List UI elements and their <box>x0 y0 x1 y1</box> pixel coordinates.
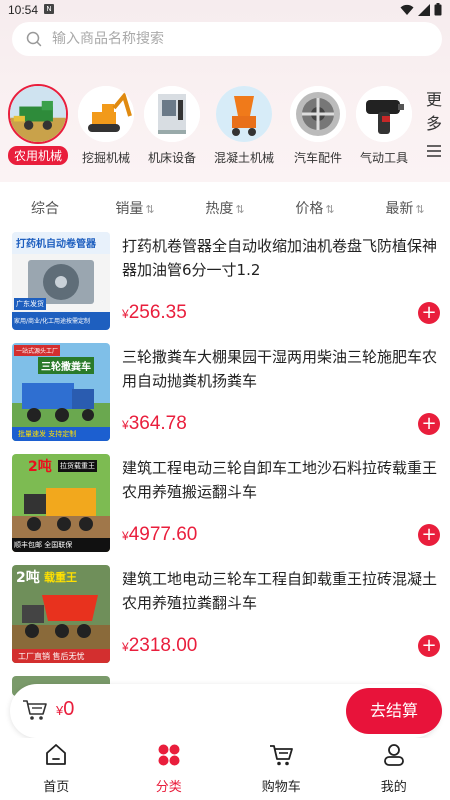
checkout-button[interactable]: 去结算 <box>346 688 442 734</box>
thumb-caption: 家用/商业/化工用途按需定制 <box>14 318 91 325</box>
home-icon <box>46 744 67 765</box>
status-time: 10:54 <box>8 3 39 17</box>
thumb-caption: 顺丰包邮 全国联保 <box>14 541 73 549</box>
sort-arrows-icon: ⇅ <box>235 203 245 216</box>
product-title[interactable]: 建筑工程电动三轮自卸车工地沙石料拉砖载重王农用养殖搬运翻斗车 <box>122 456 440 504</box>
more-label: 更多 <box>426 90 443 133</box>
thumb-brand: 一站式源头工厂 <box>14 345 61 356</box>
product-image: 一站式源头工厂 三轮撒粪车 批量速发 支持定制 <box>12 343 110 441</box>
sort-label: 价格 <box>295 201 324 217</box>
menu-icon <box>427 145 441 157</box>
search-icon <box>26 31 42 47</box>
thumb-headline: 打药机自动卷管器 <box>16 239 96 250</box>
product-item[interactable]: 一站式源头工厂 三轮撒粪车 批量速发 支持定制 三轮撒粪车大棚果园干湿两用柴油三… <box>0 343 450 454</box>
product-title[interactable]: 三轮撒粪车大棚果园干湿两用柴油三轮施肥车农用自动抛粪机扬粪车 <box>122 345 440 393</box>
category-excavators[interactable]: 挖掘机械 <box>70 86 142 167</box>
sort-arrows-icon: ⇅ <box>415 203 425 216</box>
product-item[interactable]: 2吨 拉货载重王 顺丰包邮 全国联保 建筑工程电动三轮自卸车工地沙石料拉砖载重王… <box>0 454 450 565</box>
category-auto-parts[interactable]: 汽车配件 <box>282 86 354 167</box>
thumb-headline: 三轮撒粪车 <box>38 357 94 374</box>
category-pneumatic-tools[interactable]: 气动工具 <box>348 86 420 167</box>
category-image <box>290 86 346 142</box>
thumb-caption: 工厂直销 售后无忧 <box>18 652 85 661</box>
thumb-caption: 批量速发 支持定制 <box>18 430 77 438</box>
add-to-cart-button[interactable]: + <box>418 635 440 657</box>
cart-icon <box>270 745 294 766</box>
category-machine-tools[interactable]: 机床设备 <box>136 86 208 167</box>
sort-arrows-icon: ⇅ <box>325 203 335 216</box>
add-to-cart-button[interactable]: + <box>418 302 440 324</box>
search-input[interactable] <box>52 31 412 47</box>
product-image: 2吨 载重王 工厂直销 售后无忧 <box>12 565 110 663</box>
cart-total: ¥0 <box>56 698 75 720</box>
signal-icon <box>418 3 430 16</box>
sort-newest[interactable]: 最新 ⇅ <box>360 190 450 228</box>
product-title[interactable]: 建筑工地电动三轮车工程自卸载重王拉砖混凝土农用养殖拉粪翻斗车 <box>122 567 440 615</box>
category-concrete-machinery[interactable]: 混凝土机械 <box>208 86 280 167</box>
category-row: 农用机械 挖掘机械 机床设备 混凝土机械 汽车配件 气动工具 <box>0 84 450 170</box>
product-list: 打药机自动卷管器 广东发货 家用/商业/化工用途按需定制 打药机卷管器全自动收缩… <box>0 232 450 696</box>
cart-icon[interactable] <box>22 698 48 722</box>
add-to-cart-button[interactable]: + <box>418 413 440 435</box>
sort-bar: 综合 销量 ⇅ 热度 ⇅ 价格 ⇅ 最新 ⇅ <box>0 190 450 228</box>
bottom-tab-bar: 首页 分类 购物车 我的 <box>0 738 450 800</box>
more-categories-button[interactable]: 更多 <box>422 88 446 165</box>
search-bar[interactable] <box>12 22 442 56</box>
product-item[interactable]: 打药机自动卷管器 广东发货 家用/商业/化工用途按需定制 打药机卷管器全自动收缩… <box>0 232 450 343</box>
category-label: 气动工具 <box>359 151 408 165</box>
sort-arrows-icon: ⇅ <box>145 203 155 216</box>
sort-label: 综合 <box>31 201 59 217</box>
category-farm-machinery[interactable]: 农用机械 <box>2 84 74 165</box>
status-icons <box>400 3 442 16</box>
thumb-badge: 拉货载重王 <box>58 460 97 472</box>
tab-label: 分类 <box>155 780 182 795</box>
product-price: ¥4977.60 <box>122 524 198 545</box>
category-image <box>78 86 134 142</box>
sort-label: 销量 <box>115 201 144 217</box>
sort-label: 热度 <box>205 201 234 217</box>
category-image <box>216 86 272 142</box>
category-label: 机床设备 <box>147 151 196 165</box>
product-item[interactable]: 2吨 载重王 工厂直销 售后无忧 建筑工地电动三轮车工程自卸载重王拉砖混凝土农用… <box>0 565 450 676</box>
tab-profile[interactable]: 我的 <box>338 738 450 800</box>
sort-sales[interactable]: 销量 ⇅ <box>90 190 180 228</box>
thumb-badge: 载重王 <box>44 571 77 584</box>
tab-category[interactable]: 分类 <box>113 738 226 800</box>
product-title[interactable]: 打药机卷管器全自动收缩加油机卷盘飞防植保神器加油管6分一寸1.2 <box>122 234 440 282</box>
product-image: 打药机自动卷管器 广东发货 家用/商业/化工用途按需定制 <box>12 232 110 330</box>
profile-icon <box>383 744 404 766</box>
category-image <box>8 84 68 144</box>
sort-comprehensive[interactable]: 综合 <box>0 190 90 228</box>
tab-label: 购物车 <box>261 780 301 795</box>
product-price: ¥2318.00 <box>122 635 198 656</box>
sort-popularity[interactable]: 热度 ⇅ <box>180 190 270 228</box>
thumb-badge: 广东发货 <box>14 298 46 310</box>
thumb-headline: 2吨 <box>28 459 52 475</box>
sort-price[interactable]: 价格 ⇅ <box>270 190 360 228</box>
product-image: 2吨 拉货载重王 顺丰包邮 全国联保 <box>12 454 110 552</box>
tab-label: 首页 <box>43 780 70 795</box>
product-price: ¥256.35 <box>122 302 187 323</box>
status-bar: 10:54 N <box>0 0 450 20</box>
wifi-icon <box>400 4 414 15</box>
cart-summary-bar: ¥0 去结算 <box>10 684 442 738</box>
tab-cart[interactable]: 购物车 <box>225 738 338 800</box>
category-label: 汽车配件 <box>293 151 342 165</box>
thumb-headline: 2吨 <box>16 570 40 586</box>
tab-label: 我的 <box>380 780 407 795</box>
tab-home[interactable]: 首页 <box>0 738 113 800</box>
category-label: 挖掘机械 <box>81 151 130 165</box>
product-price: ¥364.78 <box>122 413 187 434</box>
category-label: 农用机械 <box>7 146 68 165</box>
add-to-cart-button[interactable]: + <box>418 524 440 546</box>
notification-icon: N <box>44 4 54 14</box>
category-label: 混凝土机械 <box>213 151 274 165</box>
category-image <box>356 86 412 142</box>
sort-label: 最新 <box>385 201 414 217</box>
battery-icon <box>434 3 442 16</box>
category-image <box>144 86 200 142</box>
category-icon <box>158 744 180 766</box>
